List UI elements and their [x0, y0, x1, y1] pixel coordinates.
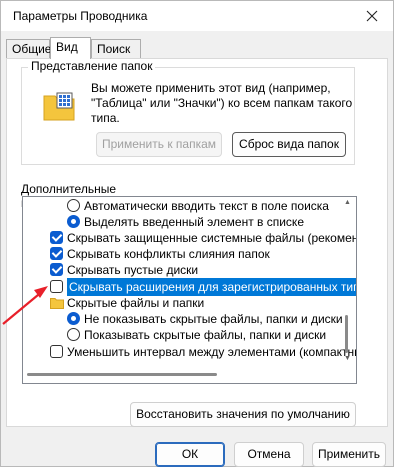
checkbox[interactable]: [50, 263, 63, 276]
radio-button[interactable]: [67, 215, 80, 228]
tab-general[interactable]: Общие: [6, 39, 51, 58]
checkbox[interactable]: [50, 247, 63, 260]
apply-button[interactable]: Применить: [312, 442, 386, 467]
tab-view[interactable]: Вид: [50, 37, 91, 60]
folder-view-icon: [43, 92, 75, 121]
vertical-scrollbar-thumb[interactable]: [345, 315, 348, 353]
folder-views-description: Вы можете применить этот вид (например, …: [91, 81, 353, 125]
radio-button[interactable]: [67, 312, 80, 325]
window-title: Параметры Проводника: [13, 9, 148, 23]
title-bar: Параметры Проводника: [1, 1, 393, 31]
radio-button[interactable]: [67, 199, 80, 212]
ok-button[interactable]: ОК: [155, 442, 225, 467]
advanced-settings-list[interactable]: Автоматически вводить текст в поле поиск…: [22, 196, 357, 384]
folder-icon: [50, 298, 64, 309]
dialog-window: Параметры Проводника Общие Вид Поиск Пре…: [0, 0, 394, 467]
checkbox[interactable]: [50, 345, 63, 358]
scroll-up-icon[interactable]: ▲: [344, 199, 351, 206]
cancel-button[interactable]: Отмена: [234, 442, 304, 467]
checkbox[interactable]: [50, 231, 63, 244]
scroll-down-icon[interactable]: ▼: [344, 355, 351, 362]
close-icon: [366, 10, 378, 22]
folder-views-title: Представление папок: [28, 59, 156, 73]
restore-defaults-button[interactable]: Восстановить значения по умолчанию: [130, 402, 356, 427]
close-button[interactable]: [357, 3, 387, 29]
checkbox[interactable]: [50, 280, 63, 293]
reset-folders-button[interactable]: Сброс вида папок: [232, 132, 346, 157]
radio-button[interactable]: [67, 328, 80, 341]
tab-search[interactable]: Поиск: [91, 39, 141, 58]
apply-to-folders-button[interactable]: Применить к папкам: [96, 132, 222, 157]
folder-views-group: Представление папок Вы можете применить …: [21, 59, 355, 165]
horizontal-scrollbar-thumb[interactable]: [27, 373, 217, 376]
